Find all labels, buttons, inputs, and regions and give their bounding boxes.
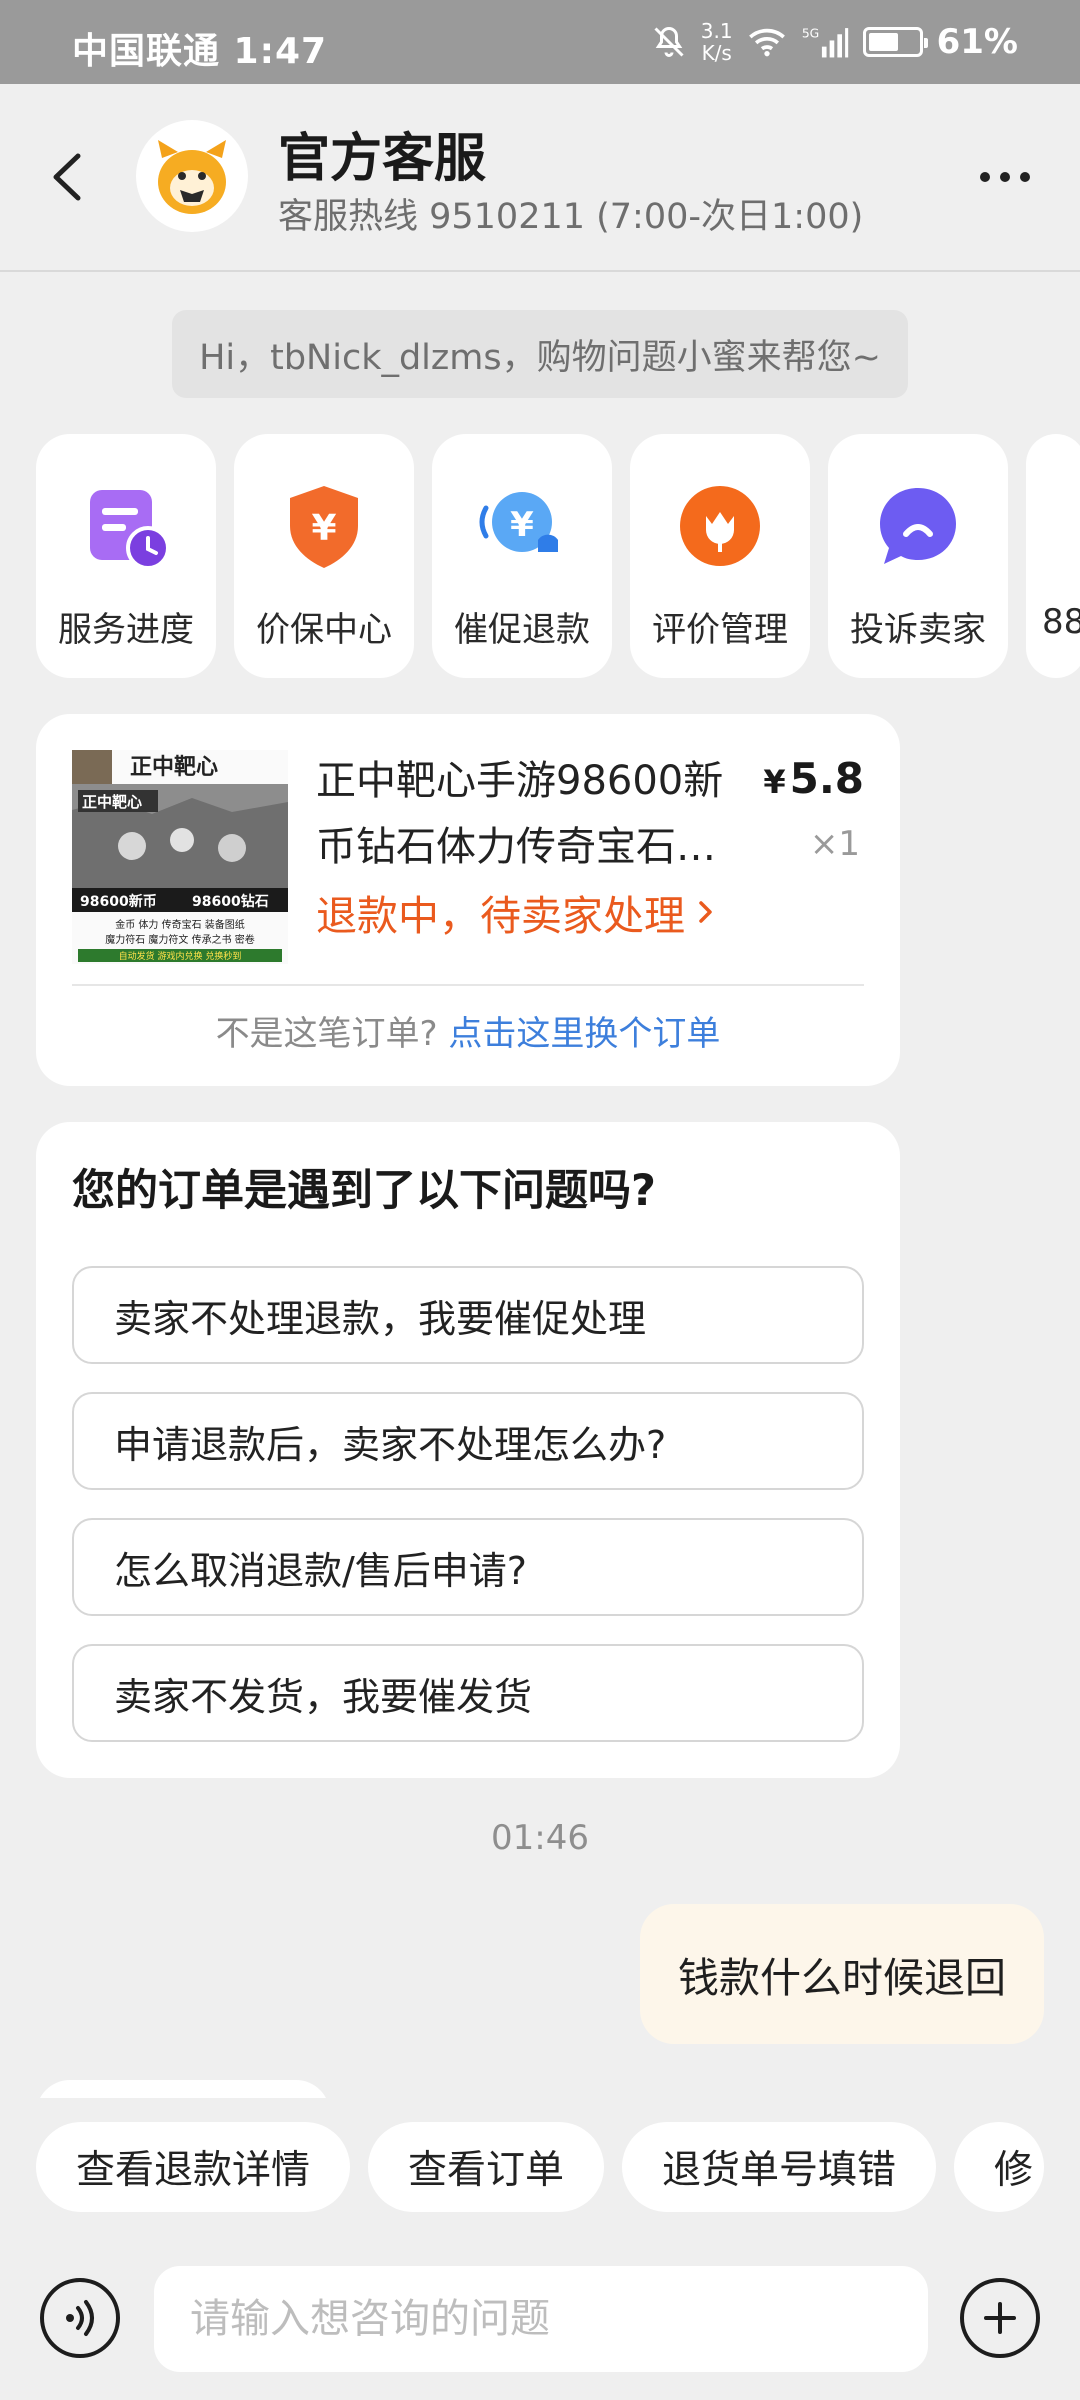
divider <box>72 984 864 986</box>
plus-icon <box>984 2302 1016 2334</box>
product-price: ¥5.8 <box>763 754 864 803</box>
product-items-line2: 魔力符石 魔力符文 传承之书 密卷 <box>105 933 255 946</box>
product-image[interactable]: 正中靶心 正中靶心 98600新币 98600钻石 金币 体力 传奇宝石 装备图… <box>72 750 288 964</box>
dot-icon <box>1020 172 1030 182</box>
service-label: 88 <box>1042 602 1080 642</box>
network-type-label: 5G <box>801 26 818 40</box>
avatar[interactable] <box>136 120 248 232</box>
service-label: 投诉卖家 <box>850 610 986 650</box>
battery-percent: 61% <box>936 22 1018 62</box>
greeting-banner: Hi，tbNick_dlzms，购物问题小蜜来帮您~ <box>172 310 908 398</box>
product-items-line1: 金币 体力 传奇宝石 装备图纸 <box>115 918 245 931</box>
hotline-text: 客服热线 9510211 (7:00-次日1:00) <box>278 197 864 237</box>
product-name-line: 正中靶心手游98600新 <box>316 758 724 804</box>
service-shortcuts: 服务进度 ¥ 价保中心 ¥ 催促退款 评价管理 投诉卖家 88 <box>36 434 1080 678</box>
network-speed: 3.1 K/s <box>701 20 733 64</box>
chat-header: 官方客服 客服热线 9510211 (7:00-次日1:00) <box>0 84 1080 272</box>
product-quantity: ×1 <box>809 824 860 864</box>
quick-action-chip[interactable]: 查看订单 <box>368 2122 605 2212</box>
order-card[interactable]: 正中靶心 正中靶心 98600新币 98600钻石 金币 体力 传奇宝石 装备图… <box>36 714 900 1086</box>
refund-bell-icon: ¥ <box>474 478 570 574</box>
voice-wave-icon <box>66 2300 94 2336</box>
faq-option[interactable]: 卖家不发货，我要催发货 <box>72 1644 864 1742</box>
product-delivery-text: 自动发货 游戏内兑换 兑换秒到 <box>119 950 242 962</box>
speed-unit: K/s <box>701 41 732 65</box>
refund-status-text: 退款中，待卖家处理 <box>316 892 685 940</box>
quick-action-chip[interactable]: 退货单号填错 <box>622 2122 937 2212</box>
price-protect-button[interactable]: ¥ 价保中心 <box>234 434 414 678</box>
service-progress-icon <box>78 478 174 574</box>
product-logo-text: 正中靶心 <box>82 793 142 811</box>
dot-icon <box>1000 172 1010 182</box>
product-amount-right: 98600钻石 <box>192 893 269 910</box>
change-order-link[interactable]: 点击这里换个订单 <box>448 1014 720 1054</box>
chevron-right-icon <box>699 901 712 923</box>
more-options-button[interactable] <box>970 162 1040 192</box>
back-button[interactable] <box>38 142 98 212</box>
product-amount-left: 98600新币 <box>80 893 157 910</box>
battery-fill <box>868 33 898 51</box>
voice-input-button[interactable] <box>40 2278 120 2358</box>
faq-card: 您的订单是遇到了以下问题吗? 卖家不处理退款，我要催促处理 申请退款后，卖家不处… <box>36 1122 900 1778</box>
back-arrow-icon <box>53 153 81 201</box>
price-value: 5.8 <box>789 754 864 803</box>
review-management-button[interactable]: 评价管理 <box>630 434 810 678</box>
currency-symbol: ¥ <box>763 763 786 801</box>
faq-option[interactable]: 申请退款后，卖家不处理怎么办? <box>72 1392 864 1490</box>
svg-text:¥: ¥ <box>311 508 336 549</box>
mute-bell-icon <box>654 26 684 57</box>
service-label: 评价管理 <box>652 610 788 650</box>
user-message-bubble[interactable]: 钱款什么时候退回 <box>640 1904 1044 2044</box>
product-name[interactable]: 正中靶心手游98600新 币钻石体力传奇宝石… <box>316 748 756 880</box>
product-name-line: 币钻石体力传奇宝石… <box>316 824 716 870</box>
faq-option[interactable]: 怎么取消退款/售后申请? <box>72 1518 864 1616</box>
urge-refund-button[interactable]: ¥ 催促退款 <box>432 434 612 678</box>
quick-action-chip[interactable]: 查看退款详情 <box>36 2122 351 2212</box>
mascot-avatar-icon <box>158 140 226 214</box>
change-order-prompt: 不是这笔订单? <box>215 1014 438 1054</box>
wifi-icon <box>748 28 785 57</box>
carrier-time: 中国联通 1:47 <box>72 31 328 72</box>
change-order-row: 不是这笔订单? 点击这里换个订单 <box>36 1006 900 1055</box>
service-label: 催促退款 <box>454 610 590 650</box>
quick-action-chip[interactable]: 修 <box>954 2122 1045 2212</box>
service-shortcut-partial[interactable]: 88 <box>1026 434 1080 678</box>
message-input[interactable] <box>154 2266 928 2372</box>
service-label: 服务进度 <box>58 610 194 650</box>
faq-title: 您的订单是遇到了以下问题吗? <box>72 1166 656 1216</box>
message-timestamp: 01:46 <box>491 1818 589 1858</box>
faq-option[interactable]: 卖家不处理退款，我要催促处理 <box>72 1266 864 1364</box>
complain-seller-button[interactable]: 投诉卖家 <box>828 434 1008 678</box>
add-attachment-button[interactable] <box>960 2278 1040 2358</box>
speed-value: 3.1 <box>700 19 733 43</box>
status-icons: 3.1 K/s 5G 61% <box>651 18 1018 66</box>
price-protect-icon: ¥ <box>276 478 372 574</box>
refund-status-link[interactable]: 退款中，待卖家处理 <box>316 882 717 942</box>
complaint-chat-icon <box>870 478 966 574</box>
status-bar: 中国联通 1:47 3.1 K/s 5G 61% <box>0 0 1080 84</box>
svg-text:¥: ¥ <box>510 505 534 545</box>
signal-icon: 5G <box>801 26 848 58</box>
dot-icon <box>980 172 990 182</box>
service-progress-button[interactable]: 服务进度 <box>36 434 216 678</box>
service-label: 价保中心 <box>256 610 392 650</box>
quick-action-chips: 查看退款详情 查看订单 退货单号填错 修 <box>36 2122 1045 2212</box>
tulip-icon <box>672 478 768 574</box>
product-brand-text: 正中靶心 <box>130 755 218 780</box>
battery-icon <box>862 27 928 57</box>
page-title: 官方客服 <box>278 129 487 189</box>
